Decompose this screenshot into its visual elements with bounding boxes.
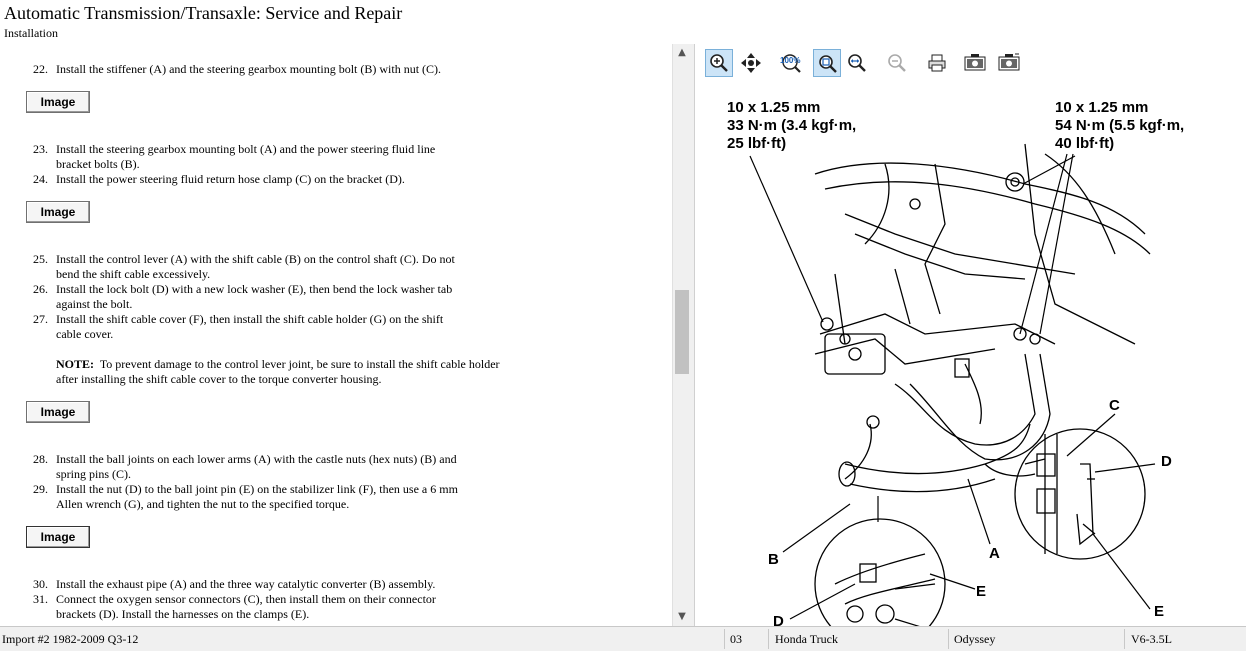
callout-labels: C D E B A E D C [768,397,1172,651]
zoom-out-button[interactable] [883,49,911,77]
page-title: Automatic Transmission/Transaxle: Servic… [4,3,403,23]
status-import: Import #2 1982-2009 Q3-12 [2,632,139,646]
label-d-bottom: D [773,613,784,626]
scroll-thumb[interactable] [675,290,689,374]
spec-right-line-2: 54 N·m (5.5 kgf·m, [1055,117,1184,134]
image-button-28-29[interactable]: Image [26,526,90,548]
status-bar: Import #2 1982-2009 Q3-12 03 Honda Truck… [0,626,1246,651]
spec-right-line-1: 10 x 1.25 mm [1055,99,1148,116]
status-engine: V6-3.5L [1131,632,1172,646]
print-button[interactable] [923,49,951,77]
save-image-button[interactable] [995,49,1023,77]
spec-left-line-1: 10 x 1.25 mm [727,99,820,116]
zoom-in-icon [710,54,728,72]
scroll-up-arrow-icon[interactable]: ▲ [677,48,687,58]
spec-right-line-3: 40 lbf·ft) [1055,135,1114,152]
save-image-icon [998,53,1020,71]
zoom-fit-icon [819,55,837,73]
status-separator [948,629,949,649]
note-label: NOTE: [56,357,95,371]
image-button-22[interactable]: Image [26,91,90,113]
image-button-23-24[interactable]: Image [26,201,90,223]
label-e-detail: E [1154,603,1164,620]
zoom-100-label: 100% [780,56,801,65]
leader-lines [749,153,1156,640]
image-button-25-27[interactable]: Image [26,401,90,423]
status-separator [1124,629,1125,649]
status-code: 03 [730,632,742,646]
repair-diagram[interactable]: 10 x 1.25 mm 33 N·m (3.4 kgf·m, 25 lbf·f… [695,84,1246,651]
zoom-100-button[interactable]: 100% [777,49,805,77]
image-viewer-pane: 100% 10 x 1.25 mm 33 N·m (3.4 kgf·m, 25 … [694,44,1246,651]
pan-button[interactable] [737,49,765,77]
procedure-text-pane[interactable]: 22. Install the stiffener (A) and the st… [0,44,672,626]
status-separator [768,629,769,649]
zoom-in-button[interactable] [705,49,733,77]
vertical-scrollbar[interactable]: ▲ ▼ [672,44,691,626]
note-text: To prevent damage to the control lever j… [56,357,500,386]
copy-image-button[interactable] [961,49,989,77]
zoom-window-button[interactable] [843,49,871,77]
document-header: Automatic Transmission/Transaxle: Servic… [0,0,1246,44]
zoom-fit-button[interactable] [813,49,841,77]
label-c-detail: C [1109,397,1120,414]
label-b: B [768,551,779,568]
label-d-detail: D [1161,453,1172,470]
exhaust-assembly-diagram: 10 x 1.25 mm 33 N·m (3.4 kgf·m, 25 lbf·f… [727,99,1184,651]
zoom-out-icon [888,54,906,72]
scroll-down-arrow-icon[interactable]: ▼ [677,612,687,622]
status-model: Odyssey [954,632,996,646]
label-a: A [989,545,1000,562]
page-subtitle: Installation [4,26,58,40]
spec-left-line-2: 33 N·m (3.4 kgf·m, [727,117,856,134]
print-icon [928,54,946,72]
status-separator [724,629,725,649]
pan-icon [741,53,761,73]
spec-left-line-3: 25 lbf·ft) [727,135,786,152]
image-toolbar: 100% [695,44,1246,84]
copy-image-icon [964,54,986,71]
label-e-bottom: E [976,583,986,600]
note-block: NOTE: To prevent damage to the control l… [56,357,516,387]
vehicle-underbody-drawing [814,143,1151,650]
status-make: Honda Truck [775,632,839,646]
zoom-window-icon [848,54,866,72]
